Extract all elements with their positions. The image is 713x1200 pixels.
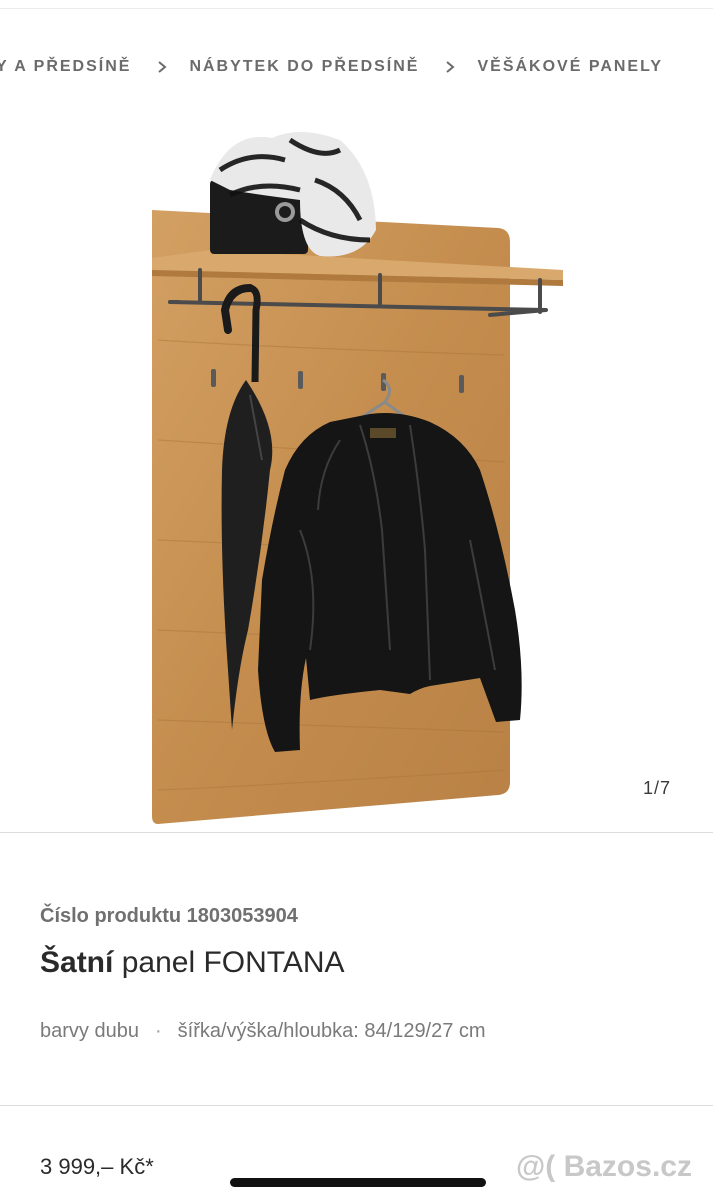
meta-separator: · bbox=[154, 1020, 162, 1042]
product-image bbox=[152, 131, 563, 824]
watermark: @( Bazos.cz bbox=[516, 1150, 692, 1183]
chevron-right-icon bbox=[155, 60, 169, 74]
breadcrumb: Y A PŘEDSÍNĚ NÁBYTEK DO PŘEDSÍNĚ VĚŠÁKOV… bbox=[0, 58, 663, 76]
product-meta: barvy dubu · šířka/výška/hloubka: 84/129… bbox=[40, 1020, 486, 1043]
product-number: Číslo produktu 1803053904 bbox=[40, 905, 298, 928]
breadcrumb-item-vesakove-panely[interactable]: VĚŠÁKOVÉ PANELY bbox=[477, 58, 663, 76]
product-number-label: Číslo produktu bbox=[40, 905, 182, 927]
product-gallery[interactable] bbox=[0, 110, 713, 832]
product-title-rest: panel FONTANA bbox=[121, 946, 345, 979]
product-number-value: 1803053904 bbox=[186, 905, 298, 927]
chevron-right-icon bbox=[443, 60, 457, 74]
divider bbox=[0, 1105, 713, 1106]
breadcrumb-item-predsine[interactable]: Y A PŘEDSÍNĚ bbox=[0, 58, 131, 76]
home-indicator[interactable] bbox=[230, 1178, 486, 1187]
product-color: barvy dubu bbox=[40, 1020, 139, 1042]
product-title-bold: Šatní bbox=[40, 946, 114, 979]
product-title: Šatní panel FONTANA bbox=[40, 946, 345, 980]
breadcrumb-item-nabytek[interactable]: NÁBYTEK DO PŘEDSÍNĚ bbox=[189, 58, 419, 76]
product-dimensions: šířka/výška/hloubka: 84/129/27 cm bbox=[177, 1020, 486, 1042]
top-edge bbox=[0, 0, 713, 9]
divider bbox=[0, 832, 713, 833]
product-price: 3 999,– Kč* bbox=[40, 1154, 154, 1179]
image-counter: 1/7 bbox=[642, 778, 671, 798]
